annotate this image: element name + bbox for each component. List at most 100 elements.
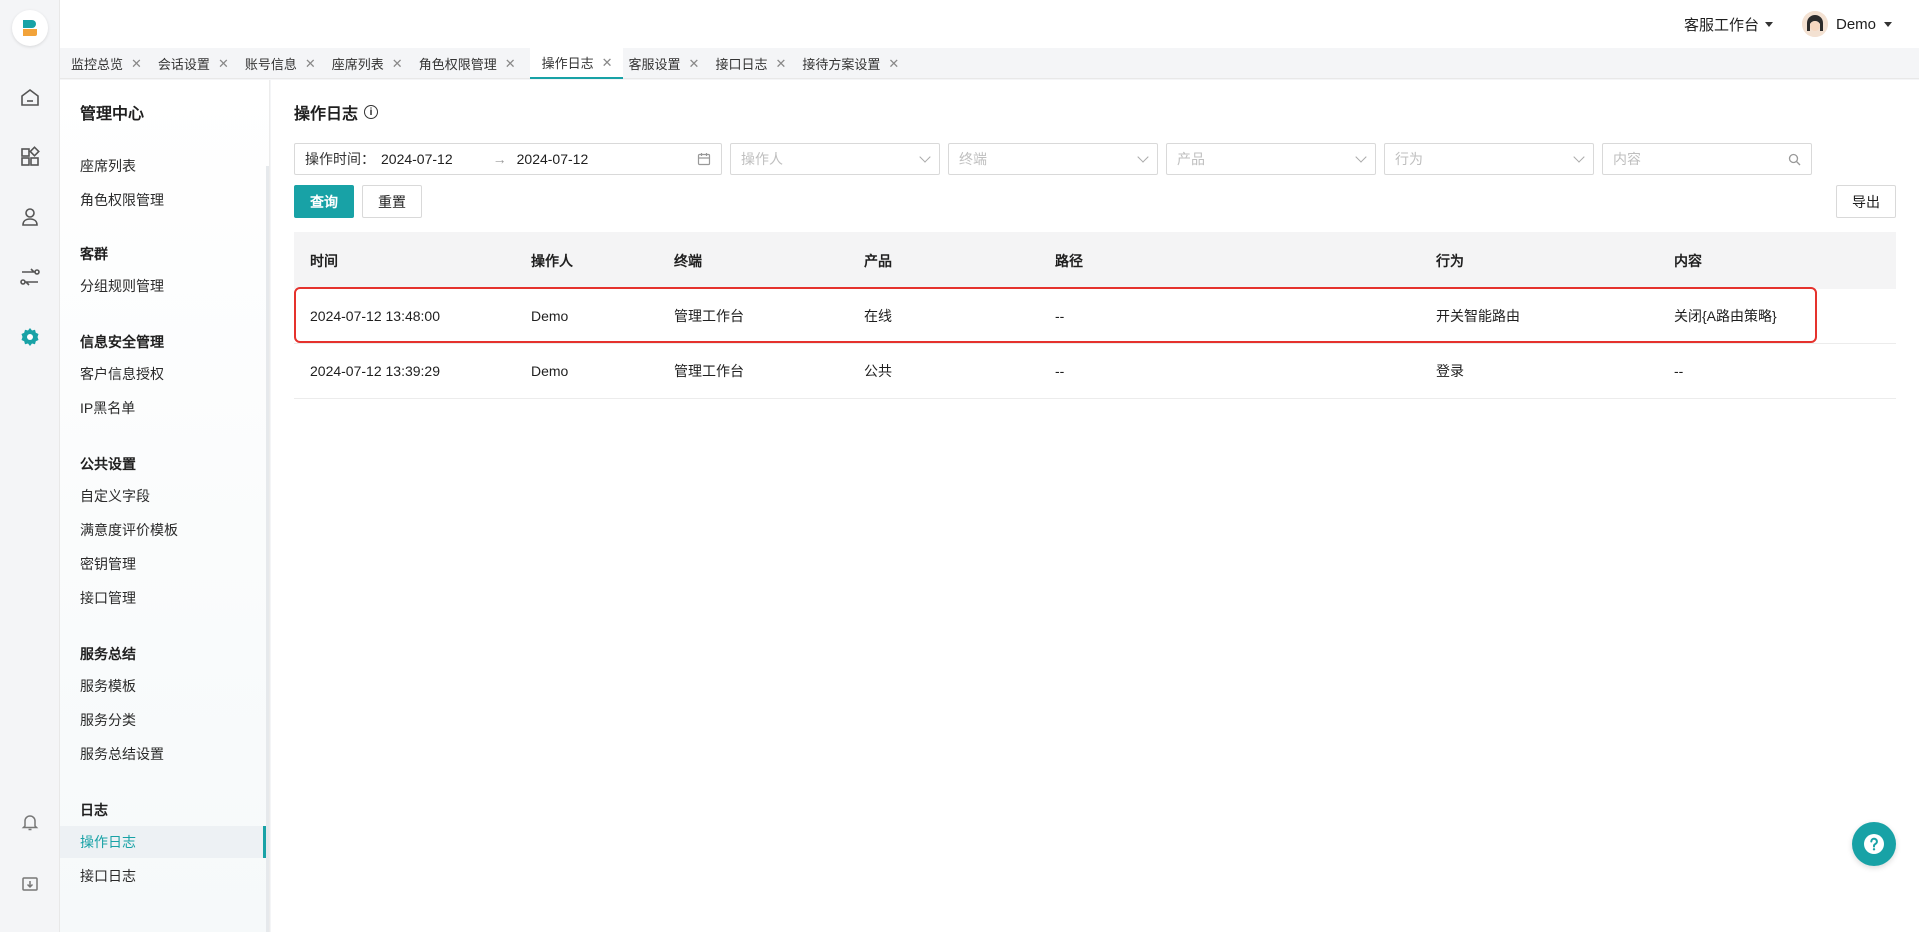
sidebar-item-label: 角色权限管理 [80,192,164,208]
tab-session-settings[interactable]: 会话设置 ✕ [156,48,239,79]
tab-operation-log[interactable]: 操作日志 ✕ [529,48,623,79]
sidebar-title: 管理中心 [80,106,145,123]
sidebar-item-satisfaction-template[interactable]: 满意度评价模板 [60,514,266,546]
sidebar-item-label: 座席列表 [80,158,136,174]
chevron-down-icon [1355,151,1367,163]
operator-select[interactable]: 操作人 [730,143,940,175]
download-box-icon[interactable] [15,868,45,898]
help-button[interactable] [1852,822,1896,866]
sidebar-item-customer-auth[interactable]: 客户信息授权 [60,358,266,390]
sidebar-item-operation-log[interactable]: 操作日志 [60,826,266,858]
close-icon[interactable]: ✕ [131,56,142,72]
sidebar-item-label: 服务模板 [80,678,136,694]
sidebar-item-key-management[interactable]: 密钥管理 [60,548,266,580]
sidebar-item-seat-list[interactable]: 座席列表 [60,150,266,182]
date-end-value[interactable]: 2024-07-12 [517,151,697,167]
sidebar-item-label: 接口日志 [80,868,136,884]
sidebar-item-label: 服务总结设置 [80,746,164,762]
table-row[interactable]: 2024-07-12 13:48:00 Demo 管理工作台 在线 -- 开关智… [294,289,1896,344]
tab-label: 会话设置 [157,57,210,72]
export-button[interactable]: 导出 [1836,185,1896,218]
sidebar-group-title: 信息安全管理 [80,334,164,350]
users-icon[interactable] [15,202,45,232]
tab-label: 账号信息 [244,57,297,72]
sidebar-item-label: 客户信息授权 [80,366,164,382]
app-logo[interactable] [12,10,48,46]
sidebar-item-service-category[interactable]: 服务分类 [60,704,266,736]
tab-label: 客服设置 [628,57,681,72]
search-icon[interactable] [1788,153,1801,166]
query-button[interactable]: 查询 [294,185,354,218]
tab-bar: 监控总览 ✕ 会话设置 ✕ 账号信息 ✕ 座席列表 ✕ 角色权限管理 ✕ 操作日志 ✕ 客服… [60,48,1919,79]
tab-cs-settings[interactable]: 客服设置 ✕ [627,48,710,79]
table-cell: 在线 [864,308,892,324]
tab-label: 接口日志 [715,57,768,72]
tab-account-info[interactable]: 账号信息 ✕ [243,48,326,79]
tab-seat-list[interactable]: 座席列表 ✕ [330,48,413,79]
terminal-select[interactable]: 终端 [948,143,1158,175]
column-header: 终端 [674,252,702,269]
close-icon[interactable]: ✕ [888,56,899,72]
table-cell: 开关智能路由 [1436,308,1520,324]
sidebar-item-api-log[interactable]: 接口日志 [60,860,266,892]
user-menu[interactable]: Demo [1801,11,1892,37]
info-icon[interactable]: i [364,105,379,119]
workspace-label: 客服工作台 [1683,17,1759,34]
terminal-placeholder: 终端 [959,151,987,167]
table-cell: 登录 [1436,363,1464,379]
page-title: 操作日志 i [294,100,379,124]
chevron-down-icon [1137,151,1149,163]
sidebar-item-label: IP黑名单 [80,400,136,416]
sidebar-item-label: 密钥管理 [80,556,136,572]
content-search-input[interactable]: 内容 [1602,143,1812,175]
tab-monitor[interactable]: 监控总览 ✕ [70,48,152,79]
sidebar-item-group-rules[interactable]: 分组规则管理 [60,270,266,302]
sidebar-item-api-management[interactable]: 接口管理 [60,582,266,614]
settings-gear-icon[interactable] [15,322,45,352]
table-cell: 关闭{A路由策略} [1674,308,1777,324]
tab-role-permissions[interactable]: 角色权限管理 ✕ [417,48,526,79]
workspace-switcher[interactable]: 客服工作台 [1684,14,1773,35]
sidebar-group-title: 公共设置 [80,456,136,472]
close-icon[interactable]: ✕ [775,56,786,72]
column-header: 时间 [310,252,338,269]
table-cell: 公共 [864,363,892,379]
date-start-value[interactable]: 2024-07-12 [381,151,453,167]
sidebar-item-service-summary-settings[interactable]: 服务总结设置 [60,738,266,770]
table-row[interactable]: 2024-07-12 13:39:29 Demo 管理工作台 公共 -- 登录 … [294,344,1896,399]
sidebar-item-label: 满意度评价模板 [80,522,178,538]
sidebar-item-label: 分组规则管理 [80,278,164,294]
sidebar-group-title: 客群 [80,246,108,262]
close-icon[interactable]: ✕ [602,55,613,71]
close-icon[interactable]: ✕ [689,56,700,72]
column-header: 路径 [1055,252,1083,269]
close-icon[interactable]: ✕ [305,56,316,72]
tab-label: 监控总览 [71,57,124,72]
sidebar-item-label: 服务分类 [80,712,136,728]
action-select[interactable]: 行为 [1384,143,1594,175]
sidebar-item-ip-blacklist[interactable]: IP黑名单 [60,392,266,424]
reset-button[interactable]: 重置 [362,185,422,218]
bell-icon[interactable] [15,807,45,837]
product-select[interactable]: 产品 [1166,143,1376,175]
route-icon[interactable] [15,262,45,292]
close-icon[interactable]: ✕ [392,56,403,72]
close-icon[interactable]: ✕ [505,56,516,72]
sidebar-item-role-permissions[interactable]: 角色权限管理 [60,184,266,216]
date-range-picker[interactable]: 操作时间： 2024-07-12 → 2024-07-12 [294,143,722,175]
sidebar-item-service-template[interactable]: 服务模板 [60,670,266,702]
scrollbar[interactable] [266,166,269,932]
chevron-down-icon [919,151,931,163]
tab-reception-plan[interactable]: 接待方案设置 ✕ [800,48,909,79]
table-header: 时间 操作人 终端 产品 路径 行为 内容 [294,232,1896,289]
tab-api-log[interactable]: 接口日志 ✕ [713,48,796,79]
close-icon[interactable]: ✕ [218,56,229,72]
apps-icon[interactable] [15,142,45,172]
top-bar: 客服工作台 Demo [60,0,1919,48]
table-cell: 2024-07-12 13:39:29 [310,363,440,379]
side-nav: 管理中心 座席列表 角色权限管理 客群 分组规则管理 信息安全管理 客户信息授权… [60,80,270,932]
table-cell: -- [1674,363,1684,379]
column-header: 内容 [1674,252,1702,269]
sidebar-item-custom-fields[interactable]: 自定义字段 [60,480,266,512]
home-icon[interactable] [15,82,45,112]
